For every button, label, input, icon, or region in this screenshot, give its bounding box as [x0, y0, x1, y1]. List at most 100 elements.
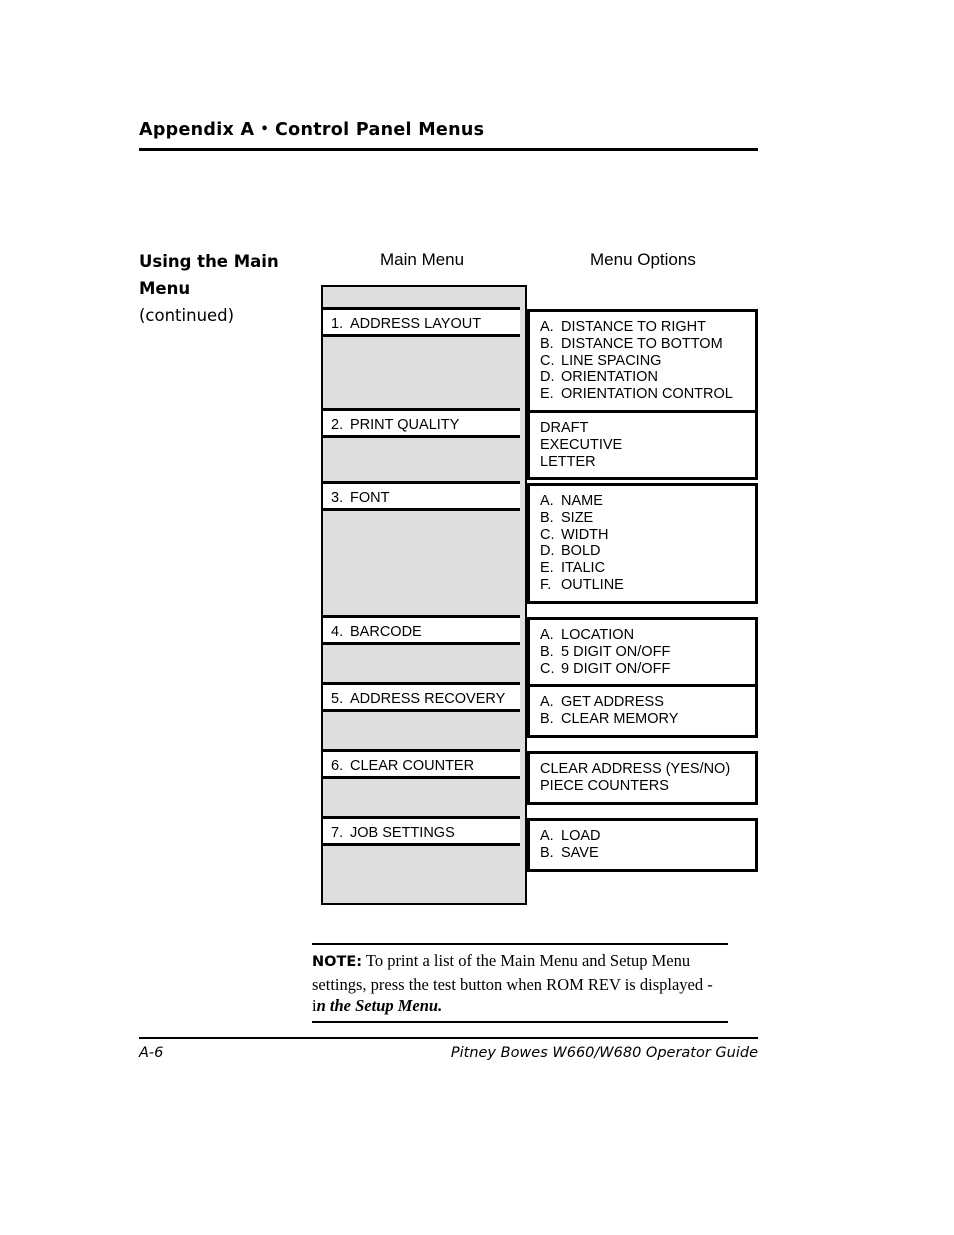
menu-options-box: CLEAR ADDRESS (YES/NO) PIECE COUNTERS: [527, 751, 758, 805]
menu-option-item[interactable]: A. GET ADDRESS: [540, 694, 755, 711]
menu-option-text: LETTER: [540, 453, 596, 470]
header-divider-rule: [139, 148, 758, 151]
menu-option-letter: E.: [540, 560, 554, 577]
menu-option-text: ORIENTATION: [561, 369, 658, 386]
menu-option-item[interactable]: DRAFT: [540, 420, 755, 437]
header-bullet-icon: •: [260, 122, 269, 137]
menu-options-box: A. DISTANCE TO RIGHT B. DISTANCE TO BOTTOM C…: [527, 309, 758, 413]
menu-label-number: 7.: [331, 825, 344, 841]
menu-label-text: ADDRESS LAYOUT: [350, 316, 482, 332]
menu-option-letter: A.: [540, 627, 554, 643]
menu-label-text: CLEAR COUNTER: [350, 758, 475, 774]
menu-option-item[interactable]: A. DISTANCE TO RIGHT: [540, 319, 755, 336]
menu-option-item[interactable]: A. LOCATION: [540, 627, 755, 644]
menu-option-letter: A.: [540, 828, 554, 844]
menu-option-item[interactable]: D. ORIENTATION: [540, 369, 755, 386]
menu-label-row[interactable]: 2. PRINT QUALITY: [321, 408, 520, 438]
menu-option-item[interactable]: B. CLEAR MEMORY: [540, 711, 755, 728]
menu-option-text: 9 DIGIT ON/OFF: [561, 660, 671, 677]
side-caption-line-1: Using the Main: [139, 252, 279, 271]
menu-option-item[interactable]: E. ITALIC: [540, 560, 755, 577]
menu-label-number: 6.: [331, 758, 344, 774]
document-page: Appendix A • Control Panel Menus Using the…: [0, 0, 954, 1235]
menu-option-item[interactable]: E. ORIENTATION CONTROL: [540, 386, 755, 403]
menu-option-item[interactable]: CLEAR ADDRESS (YES/NO): [540, 761, 755, 778]
menu-label-number: 3.: [331, 490, 344, 506]
menu-options-box: A. NAME B. SIZE C. WIDTH D. BOLD E. ITALIC F. OUTLI…: [527, 483, 758, 604]
menu-label-number: 2.: [331, 417, 344, 433]
menu-option-letter: A.: [540, 319, 554, 335]
side-caption: Using the Main Menu (continued): [139, 248, 304, 329]
menu-label-row[interactable]: 5. ADDRESS RECOVERY: [321, 682, 520, 712]
menu-option-text: SIZE: [561, 509, 594, 526]
footer-divider-rule: [139, 1037, 758, 1039]
menu-option-letter: E.: [540, 386, 554, 403]
side-caption-line-3: (continued): [139, 306, 235, 325]
header-section-title: Control Panel Menus: [274, 120, 485, 140]
menu-option-text: ORIENTATION CONTROL: [561, 386, 733, 403]
menu-options-box: A. LOAD B. SAVE: [527, 818, 758, 872]
menu-option-text: CLEAR ADDRESS (YES/NO): [540, 761, 731, 777]
menu-option-item[interactable]: F. OUTLINE: [540, 577, 755, 594]
menu-option-text: DRAFT: [540, 420, 589, 436]
menu-option-letter: C.: [540, 526, 555, 543]
menu-option-item[interactable]: A. LOAD: [540, 828, 755, 845]
column-heading-main-menu: Main Menu: [380, 250, 465, 269]
menu-option-text: DISTANCE TO RIGHT: [561, 319, 707, 335]
menu-label-number: 4.: [331, 624, 344, 640]
menu-option-item[interactable]: C. WIDTH: [540, 527, 755, 544]
menu-option-item[interactable]: B. 5 DIGIT ON/OFF: [540, 644, 755, 661]
menu-option-text: LINE SPACING: [561, 352, 662, 369]
menu-label-row[interactable]: 7. JOB SETTINGS: [321, 816, 520, 846]
menu-option-item[interactable]: B. SIZE: [540, 510, 755, 527]
menu-option-letter: A.: [540, 493, 554, 509]
menu-option-text: LOCATION: [561, 627, 635, 643]
menu-option-item[interactable]: C. LINE SPACING: [540, 353, 755, 370]
menu-option-item[interactable]: LETTER: [540, 454, 755, 471]
menu-option-item[interactable]: EXECUTIVE: [540, 437, 755, 454]
menu-option-text: SAVE: [561, 844, 599, 861]
menu-label-row[interactable]: 3. FONT: [321, 481, 520, 511]
menu-label-row[interactable]: 4. BARCODE: [321, 615, 520, 645]
menu-option-text: WIDTH: [561, 526, 609, 543]
note-lead-label: NOTE:: [312, 954, 363, 970]
menu-option-text: CLEAR MEMORY: [561, 710, 679, 727]
menu-option-text: GET ADDRESS: [561, 694, 664, 710]
menu-options-box: A. GET ADDRESS B. CLEAR MEMORY: [527, 684, 758, 738]
menu-label-text: FONT: [350, 490, 390, 506]
menu-option-text: ITALIC: [561, 560, 606, 577]
menu-option-text: PIECE COUNTERS: [540, 777, 669, 794]
menu-option-letter: A.: [540, 694, 554, 710]
menu-option-item[interactable]: A. NAME: [540, 493, 755, 510]
menu-label-number: 5.: [331, 691, 344, 707]
menu-option-item[interactable]: B. DISTANCE TO BOTTOM: [540, 336, 755, 353]
menu-label-text: PRINT QUALITY: [350, 417, 460, 433]
header-appendix: Appendix A: [139, 120, 255, 140]
menu-option-letter: C.: [540, 660, 555, 677]
menu-option-letter: B.: [540, 509, 554, 526]
menu-label-row[interactable]: 6. CLEAR COUNTER: [321, 749, 520, 779]
menu-option-letter: D.: [540, 543, 555, 560]
menu-option-text: LOAD: [561, 828, 601, 844]
menu-option-letter: B.: [540, 335, 554, 352]
note-emphasis-text: n the Setup Menu.: [316, 996, 443, 1015]
menu-option-item[interactable]: B. SAVE: [540, 845, 755, 862]
page-footer: A-6 Pitney Bowes W660/W680 Operator Guid…: [139, 1043, 758, 1065]
menu-structure-diagram: 1. ADDRESS LAYOUT 2. PRINT QUALITY 3. FONT 4. B…: [321, 285, 758, 907]
footer-guide-title: Pitney Bowes W660/W680 Operator Guide: [450, 1045, 758, 1061]
menu-label-text: BARCODE: [350, 624, 422, 640]
menu-option-item[interactable]: D. BOLD: [540, 543, 755, 560]
header-title: Appendix A • Control Panel Menus: [139, 120, 759, 140]
menu-options-box: DRAFT EXECUTIVE LETTER: [527, 410, 758, 481]
menu-option-letter: C.: [540, 352, 555, 369]
menu-option-item[interactable]: PIECE COUNTERS: [540, 778, 755, 795]
menu-option-item[interactable]: C. 9 DIGIT ON/OFF: [540, 661, 755, 678]
note-text: NOTE: To print a list of the Main Menu a…: [312, 945, 728, 1021]
footer-page-number: A-6: [139, 1045, 164, 1061]
main-menu-spine: [321, 285, 527, 905]
menu-options-box: A. LOCATION B. 5 DIGIT ON/OFF C. 9 DIGIT ON/O…: [527, 617, 758, 688]
menu-label-text: ADDRESS RECOVERY: [350, 691, 506, 707]
column-heading-menu-options: Menu Options: [590, 250, 696, 269]
menu-option-letter: B.: [540, 710, 554, 727]
menu-label-row[interactable]: 1. ADDRESS LAYOUT: [321, 307, 520, 337]
